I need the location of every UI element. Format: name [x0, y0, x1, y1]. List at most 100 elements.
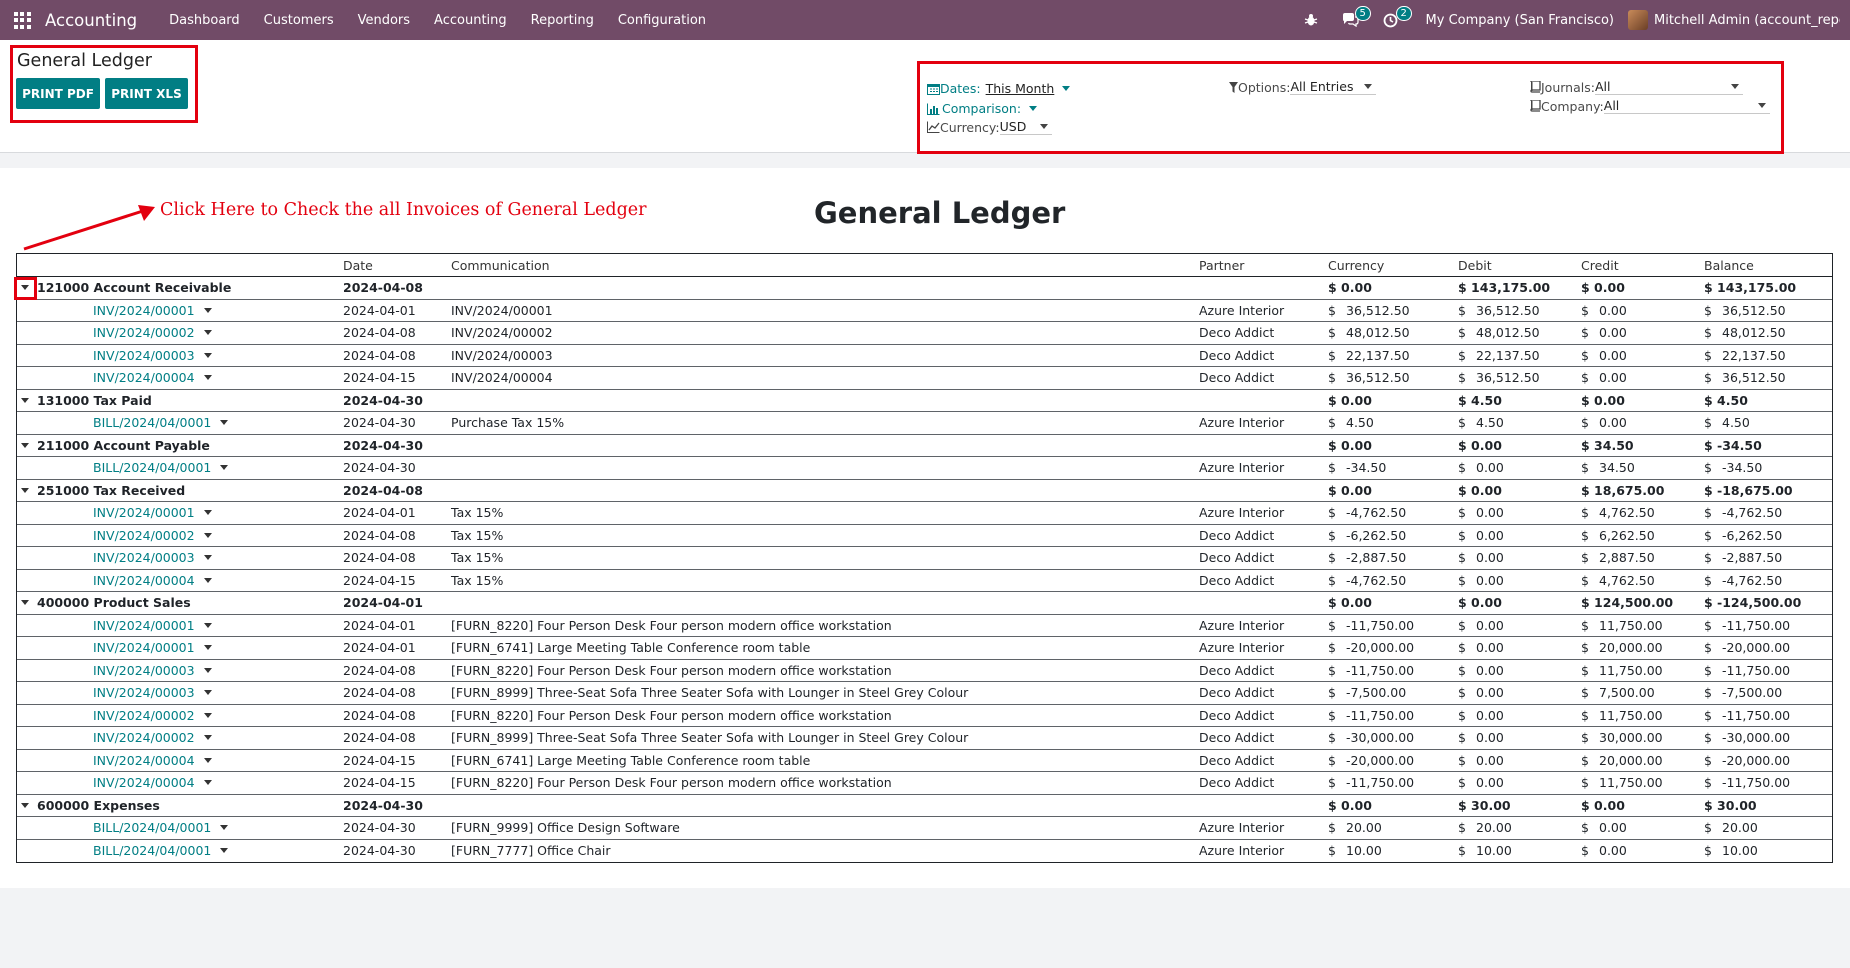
journals-select[interactable]: All — [1594, 79, 1743, 95]
chevron-down-icon[interactable] — [203, 375, 212, 381]
dollar-sign: $ — [1328, 550, 1336, 566]
chevron-down-icon[interactable] — [203, 510, 212, 516]
account-name[interactable]: 251000 Tax Received — [21, 480, 185, 502]
line-balance: $48,012.50 — [1704, 322, 1786, 344]
chevron-down-icon[interactable] — [203, 352, 212, 358]
chevron-down-icon[interactable] — [203, 712, 212, 718]
account-group-row[interactable]: 121000 Account Receivable 2024-04-08 $ 0.0… — [14, 277, 1832, 300]
company-filter[interactable]: Company: All — [1530, 98, 1770, 114]
move-link[interactable]: INV/2024/00001 — [93, 502, 212, 524]
menu-accounting[interactable]: Accounting — [422, 13, 519, 28]
move-link[interactable]: INV/2024/00004 — [93, 570, 212, 592]
chevron-down-icon[interactable] — [203, 757, 212, 763]
currency-select[interactable]: USD — [999, 119, 1052, 135]
chevron-down-icon[interactable] — [203, 690, 212, 696]
chevron-down-icon[interactable] — [203, 735, 212, 741]
menu-configuration[interactable]: Configuration — [606, 13, 718, 28]
chevron-down-icon[interactable] — [203, 555, 212, 561]
move-link[interactable]: INV/2024/00004 — [93, 367, 212, 389]
move-link[interactable]: INV/2024/00001 — [93, 300, 212, 322]
chevron-down-icon[interactable] — [203, 307, 212, 313]
dollar-sign: $ — [1704, 640, 1712, 656]
dollar-sign: $ — [1581, 662, 1589, 678]
move-link[interactable]: INV/2024/00003 — [93, 682, 212, 704]
account-group-row[interactable]: 131000 Tax Paid 2024-04-30 $ 0.00 $ 4.50 $ 0… — [17, 390, 1832, 412]
journals-filter[interactable]: Journals: All — [1530, 79, 1743, 95]
line-partner: Deco Addict — [1199, 572, 1275, 588]
chevron-down-icon[interactable] — [203, 532, 212, 538]
dollar-sign: $ — [1704, 820, 1712, 836]
activity-clock-icon[interactable]: 2 — [1383, 5, 1412, 28]
caret-down-icon[interactable] — [21, 802, 29, 808]
move-link[interactable]: BILL/2024/04/0001 — [93, 457, 229, 479]
move-link[interactable]: INV/2024/00001 — [93, 615, 212, 637]
chevron-down-icon[interactable] — [220, 848, 229, 854]
caret-down-icon[interactable] — [21, 397, 29, 403]
move-link[interactable]: BILL/2024/04/0001 — [93, 412, 229, 434]
dollar-sign: $ — [1704, 617, 1712, 633]
currency-filter[interactable]: Currency: USD — [927, 119, 1052, 135]
menu-reporting[interactable]: Reporting — [519, 13, 606, 28]
menu-dashboard[interactable]: Dashboard — [157, 13, 252, 28]
chevron-down-icon[interactable] — [220, 420, 229, 426]
options-filter[interactable]: Options: All Entries — [1229, 79, 1377, 95]
navbar-systray: 5 2 My Company (San Francisco) Mitchell … — [1292, 0, 1840, 40]
chevron-down-icon[interactable] — [203, 780, 212, 786]
app-grid-icon[interactable] — [11, 9, 33, 31]
menu-customers[interactable]: Customers — [252, 13, 346, 28]
move-link[interactable]: INV/2024/00002 — [93, 322, 212, 344]
app-brand[interactable]: Accounting — [45, 11, 137, 30]
print-pdf-button[interactable]: PRINT PDF — [16, 78, 100, 109]
table-row: INV/2024/00001 2024-04-01 Tax 15% Azure Int… — [17, 502, 1832, 525]
move-link[interactable]: BILL/2024/04/0001 — [93, 840, 229, 863]
move-link[interactable]: INV/2024/00001 — [93, 637, 212, 659]
user-menu[interactable]: Mitchell Admin (account_report_multi... — [1628, 10, 1840, 30]
chevron-down-icon[interactable] — [203, 577, 212, 583]
move-link[interactable]: INV/2024/00002 — [93, 525, 212, 547]
chat-icon[interactable]: 5 — [1342, 6, 1371, 27]
move-link[interactable]: BILL/2024/04/0001 — [93, 817, 229, 839]
move-link[interactable]: INV/2024/00004 — [93, 750, 212, 772]
move-link[interactable]: INV/2024/00004 — [93, 772, 212, 794]
move-link[interactable]: INV/2024/00003 — [93, 345, 212, 367]
dates-value[interactable]: This Month — [986, 81, 1055, 96]
move-link[interactable]: INV/2024/00003 — [93, 660, 212, 682]
line-communication: Tax 15% — [451, 527, 504, 543]
chevron-down-icon[interactable] — [203, 645, 212, 651]
account-name[interactable]: 600000 Expenses — [21, 795, 160, 817]
caret-down-icon[interactable] — [21, 600, 29, 606]
chevron-down-icon[interactable] — [203, 330, 212, 336]
line-balance-value: -11,750.00 — [1722, 775, 1791, 791]
account-name[interactable]: 400000 Product Sales — [21, 592, 191, 614]
options-select[interactable]: All Entries — [1290, 79, 1377, 95]
account-group-row[interactable]: 600000 Expenses 2024-04-30 $ 0.00 $ 30.00 $ … — [17, 795, 1832, 817]
chevron-down-icon[interactable] — [203, 622, 212, 628]
account-name[interactable]: 211000 Account Payable — [21, 435, 210, 457]
account-group-row[interactable]: 251000 Tax Received 2024-04-08 $ 0.00 $ 0.0… — [17, 480, 1832, 502]
menu-vendors[interactable]: Vendors — [346, 13, 422, 28]
chevron-down-icon[interactable] — [203, 667, 212, 673]
company-select[interactable]: All — [1603, 98, 1770, 114]
move-label: BILL/2024/04/0001 — [93, 460, 212, 476]
print-xls-button[interactable]: PRINT XLS — [105, 78, 188, 109]
move-link[interactable]: INV/2024/00002 — [93, 727, 212, 749]
chevron-down-icon[interactable] — [220, 825, 229, 831]
move-link[interactable]: INV/2024/00002 — [93, 705, 212, 727]
move-label: INV/2024/00002 — [93, 707, 195, 723]
account-name[interactable]: 131000 Tax Paid — [21, 390, 152, 412]
chevron-down-icon[interactable] — [220, 465, 229, 471]
company-switcher[interactable]: My Company (San Francisco) — [1426, 13, 1614, 28]
move-link[interactable]: INV/2024/00003 — [93, 547, 212, 569]
account-name[interactable]: 121000 Account Receivable — [21, 277, 231, 299]
account-group-row[interactable]: 211000 Account Payable 2024-04-30 $ 0.00 $ … — [17, 435, 1832, 457]
dates-filter[interactable]: Dates: This Month — [927, 81, 1071, 96]
caret-down-icon[interactable] — [21, 442, 29, 448]
line-communication: INV/2024/00003 — [451, 347, 553, 363]
table-row: INV/2024/00003 2024-04-08 [FURN_8220] Four… — [17, 660, 1832, 682]
caret-down-icon[interactable] — [21, 487, 29, 493]
bug-icon[interactable] — [1304, 13, 1318, 27]
comparison-filter[interactable]: Comparison: — [927, 101, 1038, 116]
line-credit-value: 0.00 — [1599, 843, 1627, 859]
account-group-row[interactable]: 400000 Product Sales 2024-04-01 $ 0.00 $ 0.… — [17, 592, 1832, 615]
table-row: BILL/2024/04/0001 2024-04-30 Azure Interio… — [17, 457, 1832, 480]
